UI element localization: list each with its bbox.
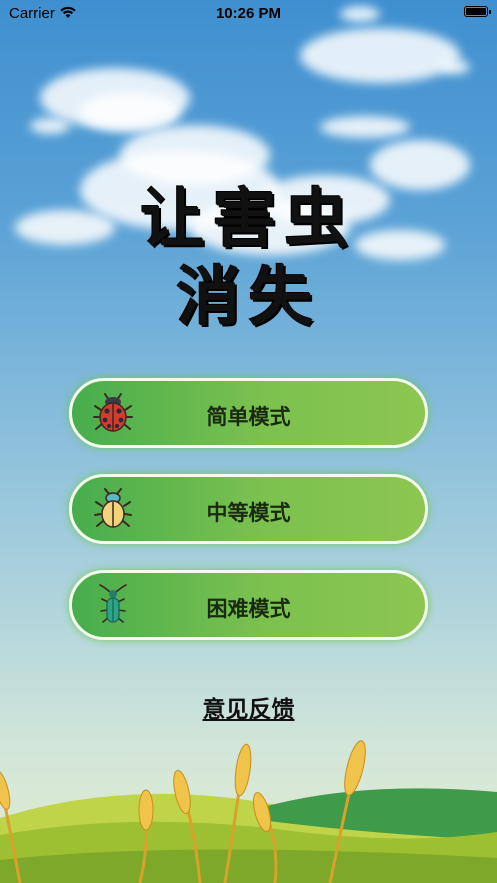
battery-icon: [464, 6, 491, 17]
easy-mode-label: 简单模式: [206, 405, 291, 429]
medium-mode-button[interactable]: 中等模式: [69, 474, 428, 544]
cloud: [300, 28, 460, 83]
medium-mode-label: 中等模式: [206, 501, 291, 525]
cloud: [440, 60, 470, 74]
game-title-line2: 消失: [176, 261, 321, 335]
status-time: 10:26 PM: [215, 5, 282, 22]
status-bar: Carrier 10:26 PM: [0, 0, 497, 26]
hard-mode-button[interactable]: 困难模式: [69, 570, 428, 640]
easy-mode-button[interactable]: 简单模式: [69, 378, 428, 448]
cloud: [30, 118, 70, 134]
cloud: [80, 92, 180, 132]
hard-mode-label: 困难模式: [206, 597, 291, 621]
feedback-link[interactable]: 意见反馈: [0, 690, 497, 724]
game-home-screen: Carrier 10:26 PM 让害虫 消失 简单模式 中等模式 困难模式 意…: [0, 0, 497, 883]
wheat-field-illustration: [0, 740, 497, 883]
cloud: [320, 116, 410, 138]
